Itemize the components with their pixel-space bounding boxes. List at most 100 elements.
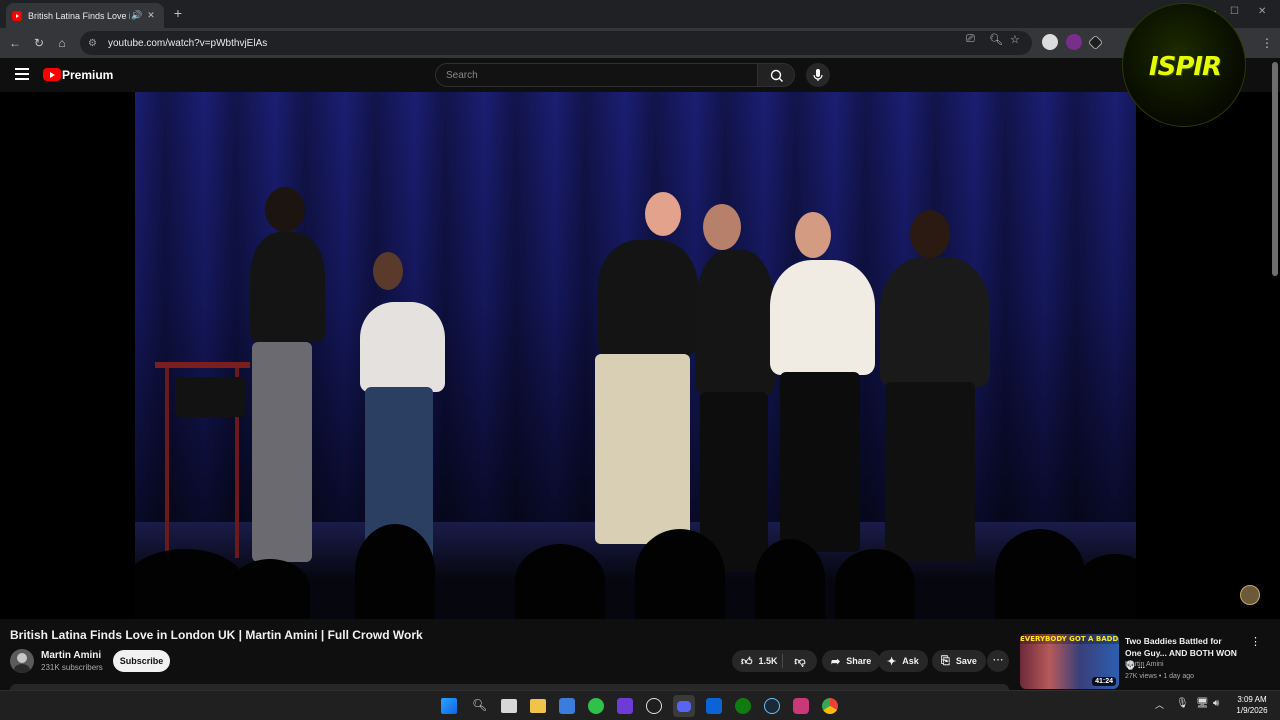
person-legs <box>780 372 860 552</box>
mail-icon[interactable] <box>706 698 722 714</box>
cast-icon[interactable]: ⎚ <box>966 33 975 46</box>
ask-label: Ask <box>902 656 919 666</box>
task-view-icon[interactable] <box>501 699 517 713</box>
home-icon[interactable]: ⌂ <box>53 34 71 52</box>
tab-title: British Latina Finds Love in London UK |… <box>28 10 130 21</box>
youtube-logo-icon[interactable] <box>43 68 61 81</box>
recommended-channel[interactable]: Martin Amini <box>1125 661 1164 668</box>
back-icon[interactable]: ← <box>6 34 24 52</box>
hamburger-menu-icon[interactable] <box>15 68 29 80</box>
youtube-favicon-icon <box>12 10 22 21</box>
github-icon[interactable] <box>646 698 662 714</box>
person-legs <box>595 354 690 544</box>
audience-silhouette <box>755 539 825 619</box>
voice-search-button[interactable] <box>806 63 830 87</box>
dislike-button[interactable]: 👎︎ <box>783 655 817 668</box>
microphone-tray-icon[interactable]: 🎙︎ <box>1176 698 1189 709</box>
youtube-premium-wordmark[interactable]: Premium <box>62 68 113 82</box>
subscribe-button[interactable]: Subscribe <box>113 650 170 672</box>
youtube-header: Premium <box>0 58 1280 92</box>
channel-name[interactable]: Martin Amini <box>41 650 101 661</box>
browser-menu-icon[interactable]: ⋮ <box>1258 34 1276 52</box>
recommended-thumbnail[interactable]: EVERYBODY GOT A BADDIE 41:24 <box>1020 634 1119 689</box>
url-text: youtube.com/watch?v=pWbthvjElAs <box>108 37 268 49</box>
recommended-menu-icon[interactable]: ⋮ <box>1250 635 1261 648</box>
zoom-icon[interactable]: 🔍︎ <box>989 33 1003 46</box>
share-label: Share <box>846 656 872 666</box>
like-button[interactable]: 👍︎ 1.5K <box>732 655 782 668</box>
address-bar[interactable]: ⚙ youtube.com/watch?v=pWbthvjElAs <box>80 31 1032 55</box>
close-tab-icon[interactable]: ✕ <box>144 10 158 21</box>
search-button[interactable] <box>757 63 795 87</box>
maximize-icon[interactable]: ☐ <box>1230 6 1239 17</box>
discord-icon <box>677 701 691 712</box>
extension-icon[interactable] <box>1042 34 1058 50</box>
tray-chevron-up-icon[interactable]: ︿ <box>1155 698 1164 711</box>
video-player[interactable] <box>0 92 1280 619</box>
chrome-icon[interactable] <box>822 698 838 714</box>
person-head <box>795 212 831 258</box>
person <box>250 232 325 342</box>
system-clock[interactable]: 3:09 AM 1/9/2026 <box>1228 694 1276 716</box>
audience-silhouette <box>230 559 310 619</box>
video-title: British Latina Finds Love in London UK |… <box>10 628 423 642</box>
browser-tab[interactable]: British Latina Finds Love in London UK |… <box>6 3 164 28</box>
browser-tab-bar: British Latina Finds Love in London UK |… <box>0 0 1280 28</box>
windows-start-icon[interactable] <box>441 698 457 714</box>
audience-silhouette <box>635 529 725 619</box>
extension-icon[interactable] <box>1066 34 1082 50</box>
file-explorer-icon[interactable] <box>530 699 546 713</box>
sparkle-icon: ✦ <box>887 655 897 668</box>
search-input[interactable] <box>436 64 757 86</box>
ask-button[interactable]: ✦ Ask <box>878 650 928 672</box>
audience-silhouette <box>515 544 605 619</box>
person-head <box>703 204 741 250</box>
audience-silhouette <box>835 549 915 619</box>
person-head <box>910 210 950 258</box>
new-tab-button[interactable]: + <box>170 5 186 21</box>
xbox-icon[interactable] <box>735 698 751 714</box>
recommended-meta: 27K views • 1 day ago <box>1125 673 1194 680</box>
reload-icon[interactable]: ↻ <box>30 34 48 52</box>
window-close-icon[interactable]: ✕ <box>1258 6 1266 17</box>
windows-taskbar: 🔍︎ ︿ 🎙︎ 🖥︎ 🔊︎ 3:09 AM 1/9/2026 <box>0 690 1280 720</box>
audience-silhouette <box>355 524 435 619</box>
jacket-on-stool <box>175 377 245 417</box>
person <box>880 257 990 387</box>
audio-icon[interactable]: 🔊 <box>130 10 144 21</box>
search-box[interactable] <box>435 63 758 87</box>
person <box>695 250 775 395</box>
browser-toolbar: ← ↻ ⌂ ⚙ youtube.com/watch?v=pWbthvjElAs … <box>0 28 1280 58</box>
video-frame <box>135 92 1136 619</box>
store-icon[interactable] <box>559 698 575 714</box>
more-actions-button[interactable]: ⋯ <box>987 650 1009 672</box>
channel-avatar[interactable] <box>10 649 34 673</box>
clock-time: 3:09 AM <box>1237 695 1267 704</box>
thumbnail-text: EVERYBODY GOT A BADDIE <box>1020 634 1119 644</box>
search-icon[interactable]: 🔍︎ <box>472 698 487 712</box>
app-icon[interactable] <box>793 698 809 714</box>
audience-silhouette <box>995 529 1085 619</box>
app-icon[interactable] <box>588 698 604 714</box>
steam-icon[interactable] <box>764 698 780 714</box>
audience-silhouette <box>135 549 245 619</box>
app-grid-icon[interactable] <box>617 698 633 714</box>
save-button[interactable]: ⎘ Save <box>932 650 986 672</box>
network-icon[interactable]: 🖥︎ <box>1196 698 1209 709</box>
volume-icon[interactable]: 🔊︎ <box>1213 698 1219 709</box>
bar-stool-leg <box>165 368 169 558</box>
like-count: 1.5K <box>758 656 778 666</box>
thumbs-up-icon: 👍︎ <box>741 655 753 668</box>
share-button[interactable]: ➦ Share <box>822 650 881 672</box>
person-legs <box>252 342 312 562</box>
page-scrollbar[interactable] <box>1272 62 1278 276</box>
bookmark-star-icon[interactable]: ☆ <box>1010 33 1020 46</box>
person <box>598 240 698 355</box>
site-info-icon[interactable]: ⚙ <box>88 38 102 49</box>
extension-icon[interactable] <box>1087 34 1104 51</box>
clock-date: 1/9/2026 <box>1236 706 1268 715</box>
person-head <box>645 192 681 236</box>
account-avatar-icon[interactable] <box>1240 585 1260 605</box>
share-arrow-icon: ➦ <box>831 655 841 668</box>
person <box>770 260 875 375</box>
